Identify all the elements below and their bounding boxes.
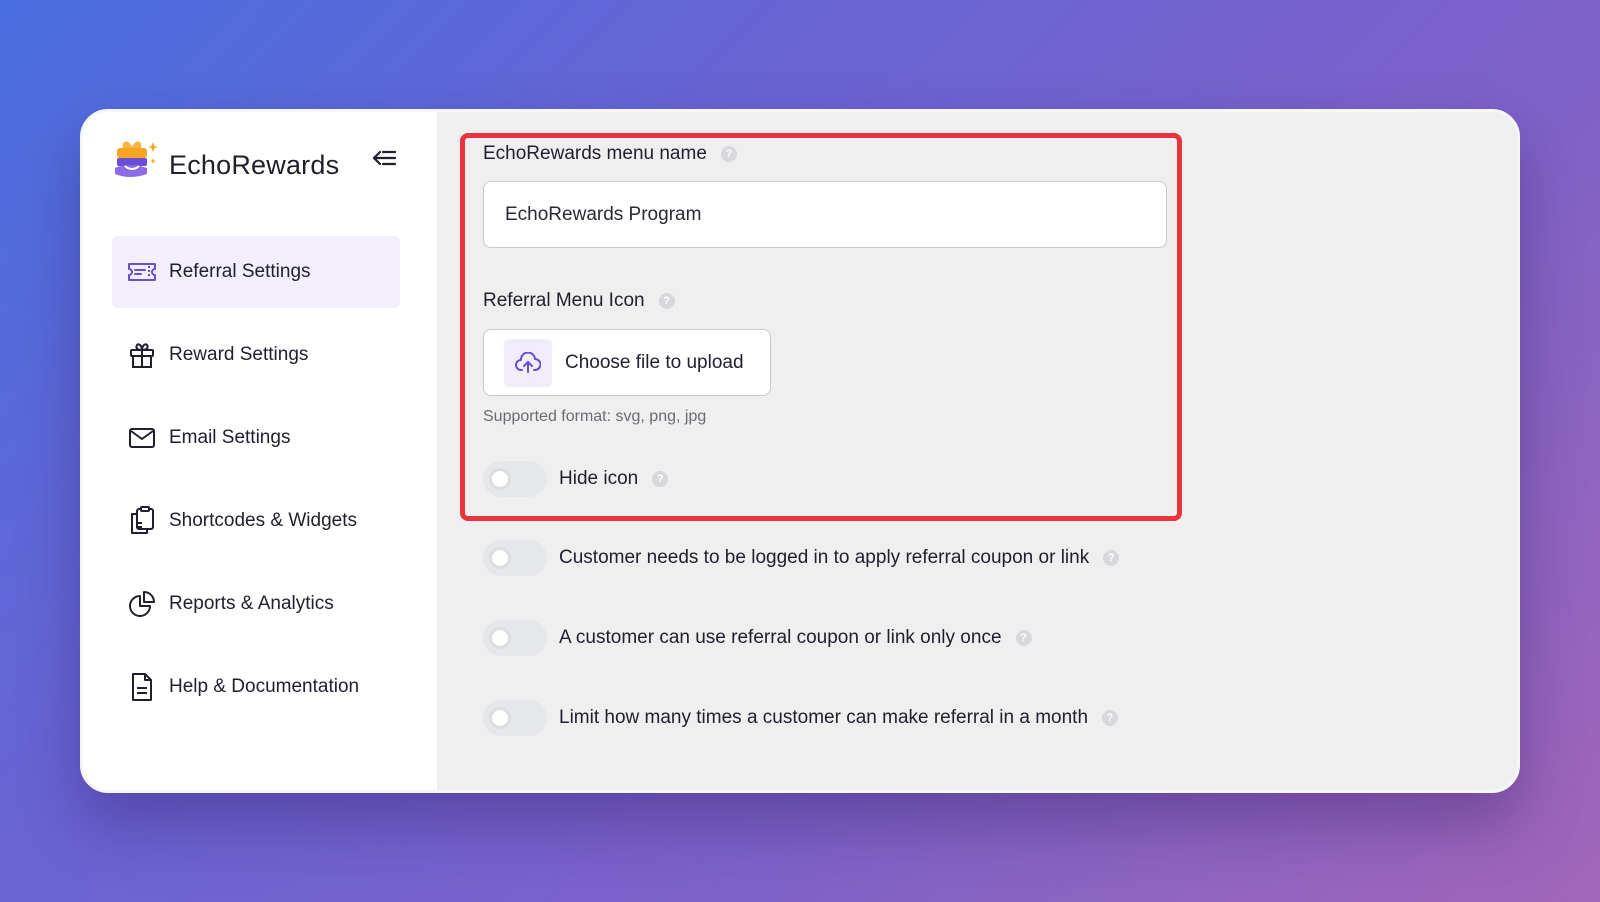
toggle-label: Limit how many times a customer can make… (559, 707, 1089, 728)
app-window: EchoRewards Referral Settings Reward Set… (80, 109, 1520, 793)
sidebar-item-shortcodes-widgets[interactable]: Shortcodes & Widgets (112, 485, 400, 557)
toggle-knob (489, 547, 511, 569)
menu-name-label: EchoRewards menu name ? (483, 143, 737, 165)
menu-name-input[interactable]: EchoRewards Program (483, 181, 1167, 248)
sidebar-item-label: Email Settings (169, 427, 291, 448)
ticket-icon (127, 257, 157, 287)
toggle-row-login-required: Customer needs to be logged in to apply … (483, 540, 1120, 576)
toggle-knob (489, 627, 511, 649)
sidebar: EchoRewards Referral Settings Reward Set… (83, 112, 437, 790)
sidebar-item-label: Reward Settings (169, 344, 309, 365)
help-icon[interactable]: ? (652, 471, 669, 487)
brand-name: EchoRewards (169, 149, 340, 180)
help-icon[interactable]: ? (1103, 550, 1120, 566)
sidebar-nav: Referral Settings Reward Settings Email … (112, 236, 400, 734)
envelope-icon (127, 423, 157, 453)
help-icon[interactable]: ? (658, 293, 675, 309)
document-icon (127, 672, 157, 702)
gift-logo-icon (115, 141, 158, 177)
sidebar-item-reward-settings[interactable]: Reward Settings (112, 319, 400, 391)
upload-button[interactable]: Choose file to upload (483, 329, 771, 396)
sidebar-item-label: Help & Documentation (169, 676, 360, 697)
hide-icon-toggle[interactable] (483, 461, 547, 497)
toggle-row-use-once: A customer can use referral coupon or li… (483, 620, 1032, 656)
sidebar-item-help-documentation[interactable]: Help & Documentation (112, 651, 400, 723)
toggle-label: Customer needs to be logged in to apply … (559, 547, 1090, 568)
clipboard-icon (127, 506, 157, 536)
menu-icon-label: Referral Menu Icon ? (483, 290, 675, 312)
gift-icon (127, 340, 157, 370)
upload-format-hint: Supported format: svg, png, jpg (483, 408, 707, 425)
sidebar-item-reports-analytics[interactable]: Reports & Analytics (112, 568, 400, 640)
sidebar-item-label: Reports & Analytics (169, 593, 334, 614)
sidebar-item-label: Shortcodes & Widgets (169, 510, 357, 531)
toggle-label: A customer can use referral coupon or li… (559, 627, 1002, 648)
help-icon[interactable]: ? (720, 146, 737, 162)
toggle-row-monthly-limit: Limit how many times a customer can make… (483, 700, 1119, 736)
collapse-sidebar-icon[interactable] (371, 144, 399, 172)
toggle-knob (489, 707, 511, 729)
help-icon[interactable]: ? (1102, 710, 1119, 726)
toggle-label: Hide icon (559, 468, 639, 489)
use-once-toggle[interactable] (483, 620, 547, 656)
monthly-limit-toggle[interactable] (483, 700, 547, 736)
brand: EchoRewards (111, 134, 339, 184)
toggle-knob (489, 468, 511, 490)
toggle-row-hide-icon: Hide icon ? (483, 461, 669, 497)
settings-panel: EchoRewards menu name ? EchoRewards Prog… (437, 112, 1517, 790)
login-required-toggle[interactable] (483, 540, 547, 576)
help-icon[interactable]: ? (1015, 630, 1032, 646)
cloud-upload-icon (504, 338, 552, 387)
sidebar-item-email-settings[interactable]: Email Settings (112, 402, 400, 474)
sidebar-item-referral-settings[interactable]: Referral Settings (112, 236, 400, 308)
upload-label: Choose file to upload (565, 351, 744, 373)
pie-chart-icon (127, 589, 157, 619)
sidebar-item-label: Referral Settings (169, 261, 311, 282)
